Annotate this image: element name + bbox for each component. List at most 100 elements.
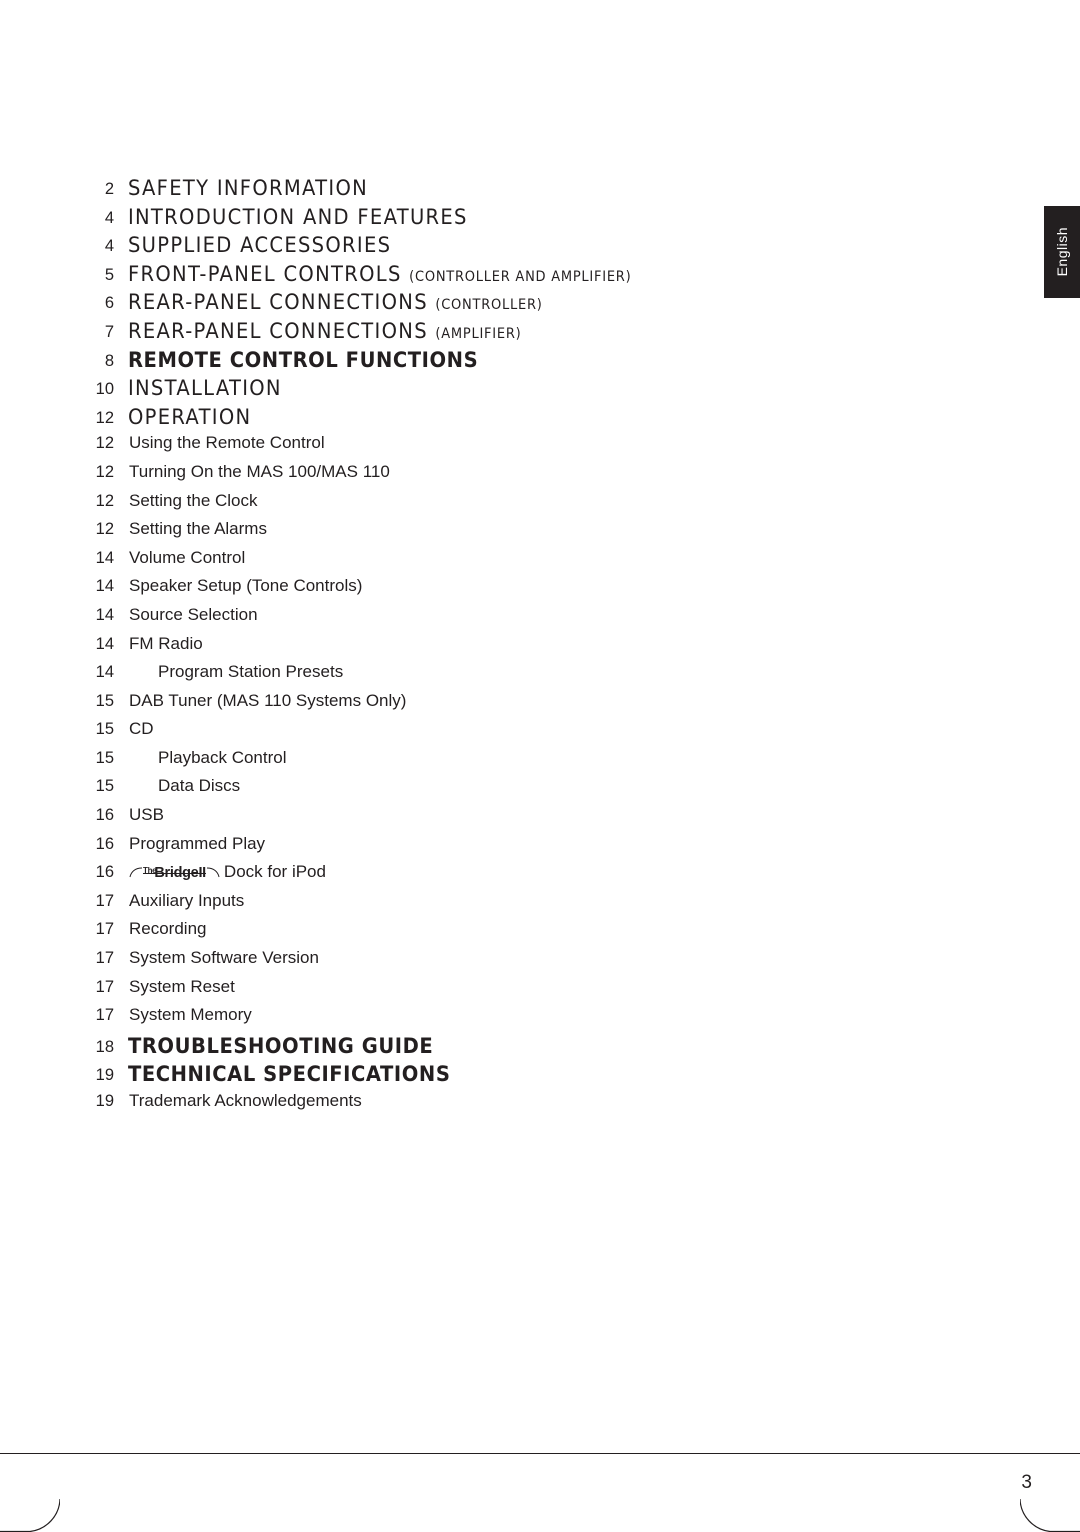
language-tab: English xyxy=(1044,206,1080,298)
toc-page-number: 12 xyxy=(95,434,114,453)
toc-row[interactable]: 2 SAFETY INFORMATION xyxy=(78,176,838,205)
toc-entry-subtitle: (CONTROLLER AND AMPLIFIER) xyxy=(409,268,632,285)
toc-row[interactable]: 15 DAB Tuner (MAS 110 Systems Only) xyxy=(78,691,838,720)
toc-row[interactable]: 16TheBridgeIIDock for iPod xyxy=(78,862,838,891)
toc-entry-label: REAR-PANEL CONNECTIONS xyxy=(127,318,428,343)
toc-entry-label: Source Selection xyxy=(129,604,258,624)
toc-entry-label: FM Radio xyxy=(129,633,203,653)
toc-page-number: 12 xyxy=(95,491,114,510)
toc-entry-label: FRONT-PANEL CONTROLS xyxy=(127,261,402,286)
toc-row[interactable]: 12 Using the Remote Control xyxy=(78,433,838,462)
toc-entry-title: Data Discs xyxy=(114,776,240,796)
bridge-ii-logo: TheBridgeII xyxy=(129,865,220,881)
toc-row[interactable]: 12 OPERATION xyxy=(78,405,838,434)
toc-entry-label: System Reset xyxy=(129,976,235,996)
toc-page-number: 14 xyxy=(95,605,114,624)
toc-row[interactable]: 12 Setting the Alarms xyxy=(78,519,838,548)
toc-row[interactable]: 14 Program Station Presets xyxy=(78,662,838,691)
toc-page-number: 17 xyxy=(95,949,114,968)
toc-entry-label: Trademark Acknowledgements xyxy=(129,1091,362,1110)
toc-page-number: 14 xyxy=(95,663,114,682)
table-of-contents: 2 SAFETY INFORMATION 4 INTRODUCTION AND FEA… xyxy=(78,176,838,1120)
toc-row[interactable]: 15 Playback Control xyxy=(78,748,838,777)
toc-row[interactable]: 17 System Reset xyxy=(78,977,838,1006)
toc-row[interactable]: 14 Volume Control xyxy=(78,548,838,577)
toc-page-number: 17 xyxy=(95,891,114,910)
page-number: 3 xyxy=(1021,1472,1032,1493)
toc-row[interactable]: 19 TECHNICAL SPECIFICATIONS xyxy=(78,1062,838,1091)
toc-entry-label: Programmed Play xyxy=(129,833,266,853)
toc-entry-title: System Reset xyxy=(114,977,235,997)
toc-entry-label: Dock for iPod xyxy=(223,862,326,882)
toc-entry-title: Source Selection xyxy=(114,605,258,625)
toc-row[interactable]: 5 FRONT-PANEL CONTROLS (CONTROLLER AND AM… xyxy=(78,262,838,291)
toc-page-number: 15 xyxy=(95,691,114,710)
toc-entry-title: TheBridgeIIDock for iPod xyxy=(114,862,326,882)
toc-entry-title: USB xyxy=(114,805,164,825)
toc-entry-label: TECHNICAL SPECIFICATIONS xyxy=(127,1062,451,1087)
toc-entry-subtitle: (CONTROLLER) xyxy=(435,297,543,314)
toc-entry-title: Recording xyxy=(114,919,207,939)
toc-entry-label: REMOTE CONTROL FUNCTIONS xyxy=(127,347,479,372)
toc-entry-title: INTRODUCTION AND FEATURES xyxy=(114,205,468,229)
toc-entry-label: Recording xyxy=(129,919,207,939)
toc-page-number: 14 xyxy=(95,548,114,567)
toc-entry-label: System Software Version xyxy=(129,948,319,968)
toc-page-number: 2 xyxy=(104,180,114,198)
toc-entry-label: USB xyxy=(129,805,164,825)
toc-row[interactable]: 14 Source Selection xyxy=(78,605,838,634)
toc-row[interactable]: 4 SUPPLIED ACCESSORIES xyxy=(78,233,838,262)
toc-row[interactable]: 14 Speaker Setup (Tone Controls) xyxy=(78,576,838,605)
toc-entry-label: CD xyxy=(129,719,154,739)
toc-page-number: 4 xyxy=(104,208,114,227)
toc-entry-title: SAFETY INFORMATION xyxy=(114,176,368,200)
toc-row[interactable]: 15 CD xyxy=(78,719,838,748)
toc-row[interactable]: 17 System Software Version xyxy=(78,948,838,977)
toc-page-number: 17 xyxy=(95,977,114,996)
toc-row[interactable]: 12 Setting the Clock xyxy=(78,491,838,520)
footer-rule xyxy=(0,1453,1080,1454)
toc-entry-label: SAFETY INFORMATION xyxy=(127,176,369,200)
toc-entry-title: Speaker Setup (Tone Controls) xyxy=(114,576,362,596)
toc-row[interactable]: 17 Recording xyxy=(78,919,838,948)
toc-page-number: 4 xyxy=(104,237,114,256)
toc-entry-title: Playback Control xyxy=(114,748,287,768)
toc-row[interactable]: 4 INTRODUCTION AND FEATURES xyxy=(78,205,838,234)
toc-page-number: 6 xyxy=(104,294,114,313)
toc-entry-label: INTRODUCTION AND FEATURES xyxy=(127,204,468,229)
toc-page-number: 12 xyxy=(95,408,114,427)
toc-entry-title: Trademark Acknowledgements xyxy=(114,1091,362,1111)
toc-row[interactable]: 10 INSTALLATION xyxy=(78,376,838,405)
toc-row[interactable]: 14 FM Radio xyxy=(78,634,838,663)
toc-entry-label: Setting the Clock xyxy=(129,490,258,510)
toc-row[interactable]: 6 REAR-PANEL CONNECTIONS (CONTROLLER) xyxy=(78,290,838,319)
toc-page-number: 8 xyxy=(104,351,114,370)
toc-entry-label: TROUBLESHOOTING GUIDE xyxy=(127,1033,434,1058)
toc-entry-title: TROUBLESHOOTING GUIDE xyxy=(114,1034,433,1058)
toc-entry-title: Program Station Presets xyxy=(114,662,343,682)
toc-row[interactable]: 7 REAR-PANEL CONNECTIONS (AMPLIFIER) xyxy=(78,319,838,348)
toc-row[interactable]: 16 USB xyxy=(78,805,838,834)
toc-row[interactable]: 15 Data Discs xyxy=(78,776,838,805)
toc-entry-title: DAB Tuner (MAS 110 Systems Only) xyxy=(114,691,406,711)
toc-page-number: 14 xyxy=(95,577,114,596)
toc-row[interactable]: 16 Programmed Play xyxy=(78,834,838,863)
toc-entry-label: Turning On the MAS 100/MAS 110 xyxy=(129,461,390,481)
toc-entry-title: Setting the Clock xyxy=(114,491,258,511)
toc-row[interactable]: 12 Turning On the MAS 100/MAS 110 xyxy=(78,462,838,491)
toc-entry-title: Turning On the MAS 100/MAS 110 xyxy=(114,462,390,482)
toc-row[interactable]: 8 REMOTE CONTROL FUNCTIONS xyxy=(78,348,838,377)
toc-row[interactable]: 19 Trademark Acknowledgements xyxy=(78,1091,838,1120)
toc-row[interactable]: 17 System Memory xyxy=(78,1005,838,1034)
toc-entry-title: FM Radio xyxy=(114,634,203,654)
toc-entry-title: Auxiliary Inputs xyxy=(114,891,244,911)
toc-entry-label: Volume Control xyxy=(129,547,246,567)
toc-row[interactable]: 18 TROUBLESHOOTING GUIDE xyxy=(78,1034,838,1063)
toc-row[interactable]: 17 Auxiliary Inputs xyxy=(78,891,838,920)
toc-page-number: 18 xyxy=(95,1037,114,1056)
toc-page-number: 16 xyxy=(95,863,114,882)
toc-page-number: 7 xyxy=(104,322,114,341)
toc-entry-title: System Memory xyxy=(114,1005,252,1025)
toc-page-number: 15 xyxy=(95,748,114,767)
toc-entry-title: REMOTE CONTROL FUNCTIONS xyxy=(114,348,478,372)
